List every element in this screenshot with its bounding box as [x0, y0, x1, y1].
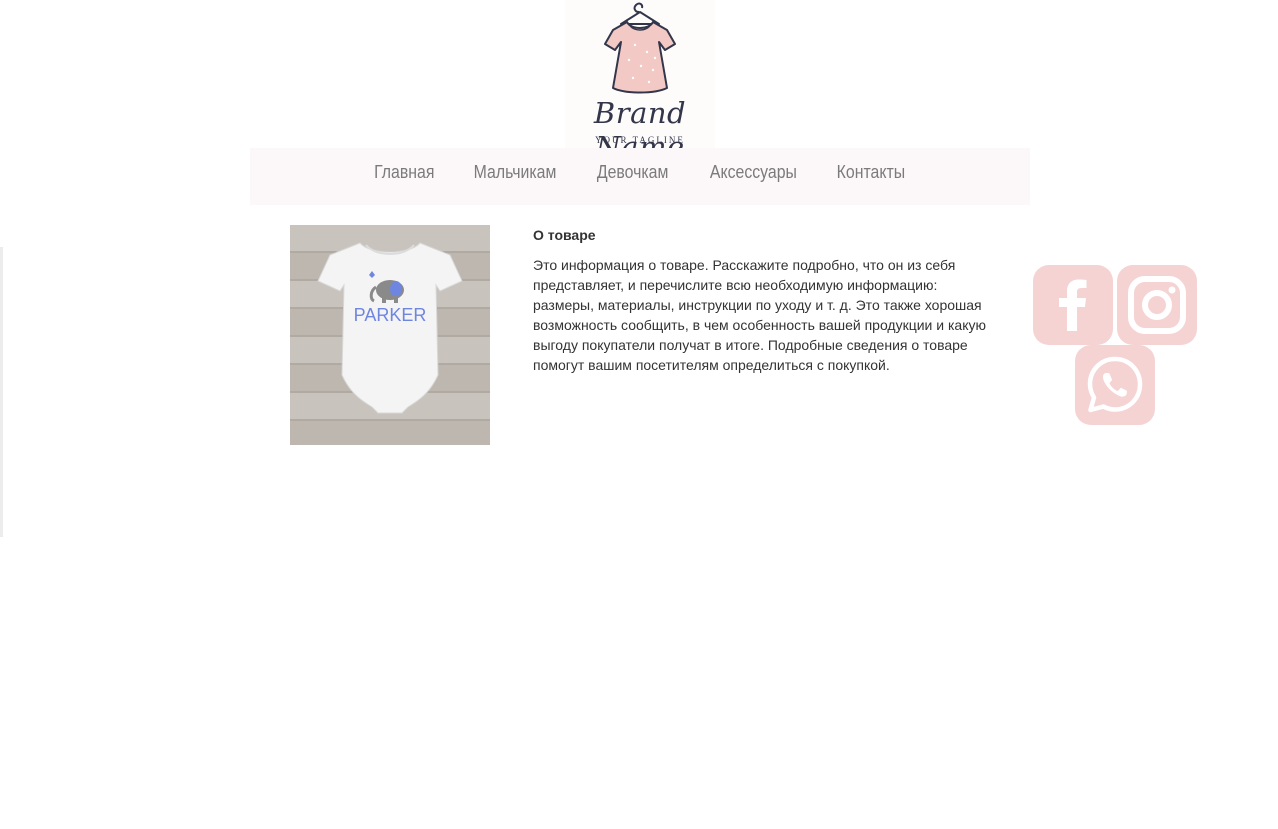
brand-tagline: YOUR TAGLINE	[595, 135, 685, 145]
nav-item-home[interactable]: Главная	[374, 148, 434, 183]
product-info: О товаре Это информация о товаре. Расска…	[533, 225, 993, 375]
left-border	[0, 247, 3, 537]
product-description: Это информация о товаре. Расскажите подр…	[533, 257, 986, 373]
product-image-text: PARKER	[354, 305, 427, 325]
page: Brand Name YOUR TAGLINE Главная Мальчика…	[0, 0, 1278, 829]
nav-item-contacts[interactable]: Контакты	[837, 148, 905, 183]
facebook-icon	[1059, 279, 1087, 331]
nav-item-girls[interactable]: Девочкам	[597, 148, 668, 183]
nav-item-boys[interactable]: Мальчикам	[474, 148, 557, 183]
instagram-icon	[1128, 276, 1186, 334]
baby-bodysuit-image: PARKER	[290, 225, 490, 445]
facebook-button[interactable]	[1033, 265, 1113, 345]
instagram-button[interactable]	[1117, 265, 1197, 345]
whatsapp-button[interactable]	[1075, 345, 1155, 425]
brand-logo[interactable]: Brand Name YOUR TAGLINE	[565, 0, 715, 164]
product-info-title: О товаре	[533, 227, 596, 243]
whatsapp-icon	[1087, 356, 1143, 413]
dress-hanger-icon	[604, 2, 676, 94]
product-image[interactable]: PARKER	[290, 225, 490, 445]
nav-item-accessories[interactable]: Аксессуары	[709, 148, 796, 183]
main-nav: Главная Мальчикам Девочкам Аксессуары Ко…	[250, 148, 1030, 205]
